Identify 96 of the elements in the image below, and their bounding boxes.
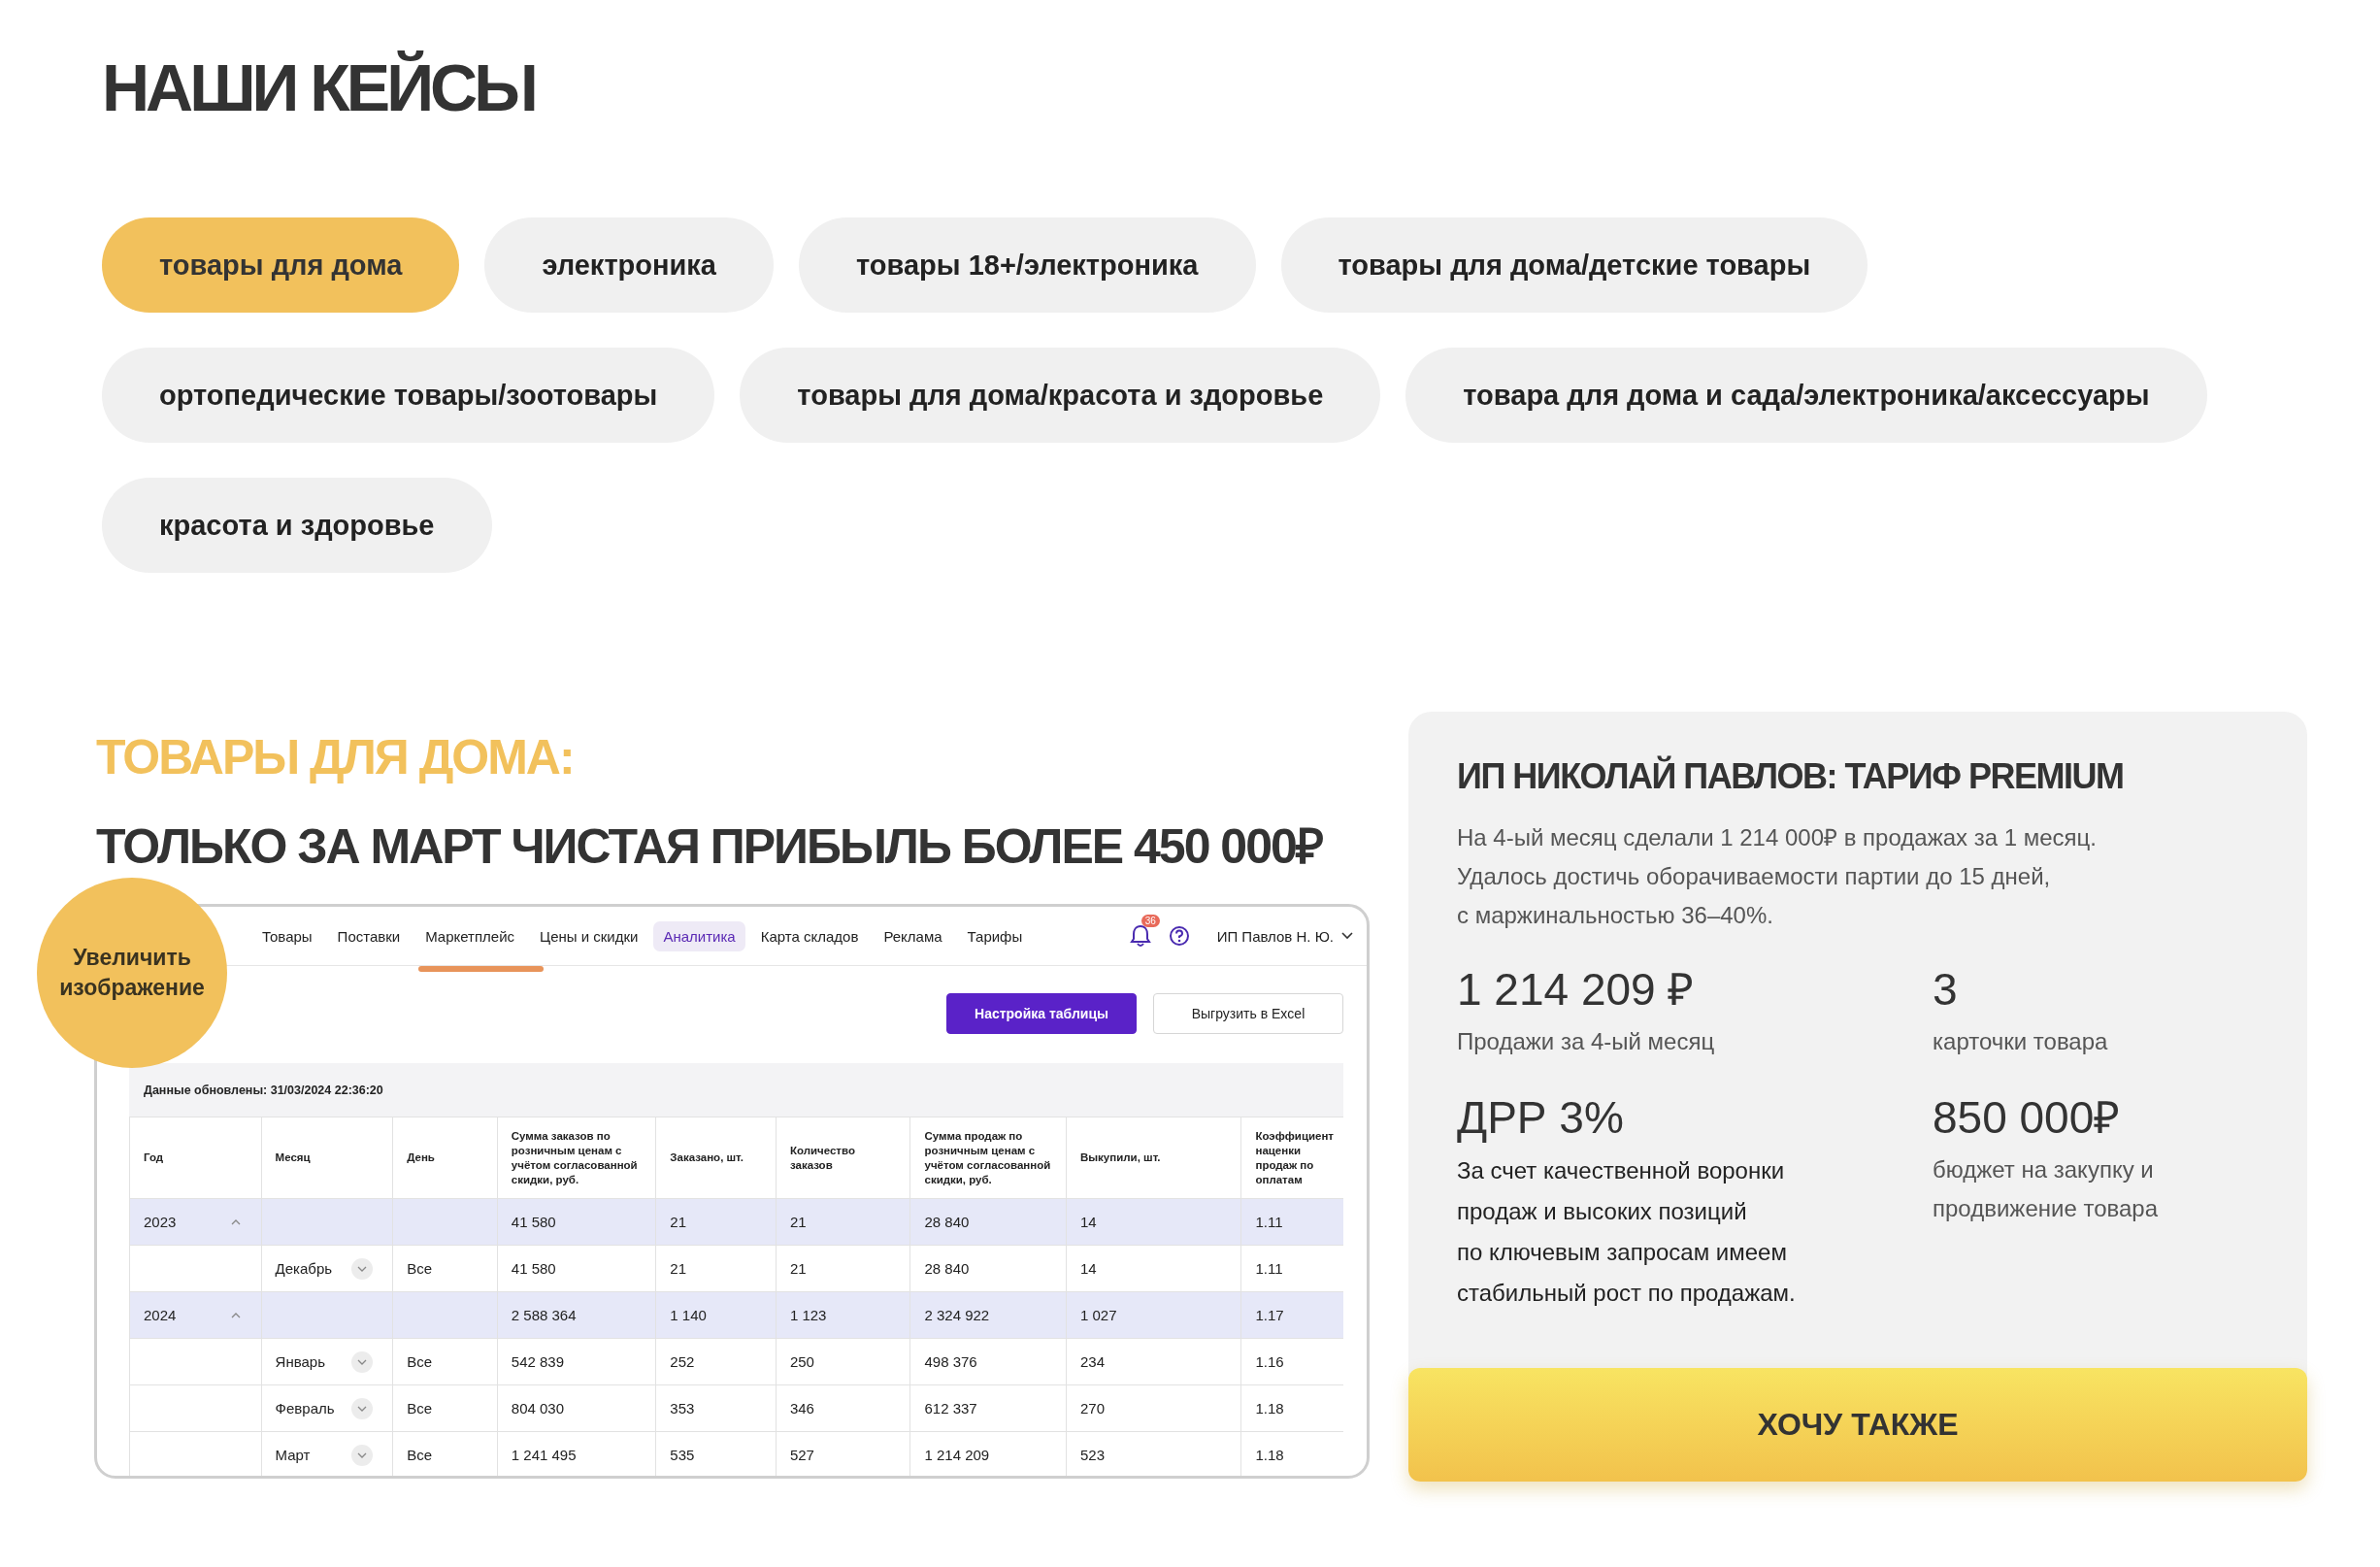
category-tab[interactable]: товары для дома/детские товары bbox=[1280, 217, 1868, 313]
table-cell: 1 241 495 bbox=[496, 1431, 656, 1476]
chevron-up-icon[interactable] bbox=[229, 1311, 242, 1319]
stat-label: бюджет на закупку и продвижение товара bbox=[1933, 1155, 2159, 1223]
table-cell: Все bbox=[392, 1431, 497, 1476]
table-cell: 612 337 bbox=[909, 1384, 1066, 1431]
table-cell: 21 bbox=[775, 1198, 910, 1245]
table-cell: 14 bbox=[1066, 1245, 1241, 1291]
nav-tab[interactable]: Реклама bbox=[874, 920, 952, 951]
case-title: ТОЛЬКО ЗА МАРТ ЧИСТАЯ ПРИБЫЛЬ БОЛЕЕ 450 000₽ bbox=[96, 818, 1324, 876]
table-cell: 1 123 bbox=[775, 1291, 910, 1338]
table-cell: 21 bbox=[775, 1245, 910, 1291]
nav-tab[interactable]: Карта складов bbox=[750, 920, 869, 951]
month-label: Декабрь bbox=[275, 1260, 333, 1277]
table-cell: Все bbox=[392, 1338, 497, 1384]
table-cell: 41 580 bbox=[496, 1198, 656, 1245]
case-category-title: ТОВАРЫ ДЛЯ ДОМА: bbox=[96, 729, 575, 786]
table-cell: 523 bbox=[1066, 1431, 1241, 1476]
table-cell: Все bbox=[392, 1384, 497, 1431]
table-cell: 1 214 209 bbox=[909, 1431, 1066, 1476]
month-label: Январь bbox=[275, 1353, 325, 1370]
table-cell: 353 bbox=[655, 1384, 776, 1431]
bell-icon[interactable] bbox=[1129, 924, 1151, 948]
table-cell: 21 bbox=[655, 1198, 776, 1245]
table-cell: 535 bbox=[655, 1431, 776, 1476]
help-icon[interactable] bbox=[1168, 925, 1190, 947]
export-button[interactable]: Выгрузить в Excel bbox=[1153, 993, 1343, 1034]
table-cell: 1 027 bbox=[1066, 1291, 1241, 1338]
month-label: Март bbox=[275, 1447, 311, 1463]
category-tab[interactable]: товары 18+/электроника bbox=[799, 217, 1256, 313]
stat-label: Продажи за 4-ый месяц bbox=[1457, 1027, 1716, 1056]
stat-value: ДРР 3% bbox=[1457, 1091, 1625, 1145]
column-header: Месяц bbox=[260, 1117, 393, 1198]
table-cell: 21 bbox=[655, 1245, 776, 1291]
table-cell: 1.16 bbox=[1240, 1338, 1343, 1384]
updated-label: Данные обновлены: 31/03/2024 22:36:20 bbox=[143, 1082, 384, 1099]
table-cell: 1.18 bbox=[1240, 1384, 1343, 1431]
table-cell: 1.11 bbox=[1240, 1198, 1343, 1245]
table-cell: 28 840 bbox=[909, 1245, 1066, 1291]
nav-tab[interactable]: Цены и скидки bbox=[530, 920, 648, 951]
table-settings-button[interactable]: Настройка таблицы bbox=[946, 993, 1137, 1034]
table-cell: 527 bbox=[775, 1431, 910, 1476]
column-header: Выкупили, шт. bbox=[1066, 1117, 1241, 1198]
table-cell: 2 588 364 bbox=[496, 1291, 656, 1338]
nav-tab[interactable]: Тарифы bbox=[957, 920, 1033, 951]
table-cell: 1.11 bbox=[1240, 1245, 1343, 1291]
category-tab[interactable]: товары для дома/красота и здоровье bbox=[740, 348, 1381, 443]
nav-tab[interactable]: Маркетплейс bbox=[415, 920, 525, 951]
user-menu[interactable]: ИП Павлов Н. Ю. bbox=[1216, 927, 1334, 945]
table-cell: 1.18 bbox=[1240, 1431, 1343, 1476]
nav-tab[interactable]: Поставки bbox=[327, 920, 411, 951]
nav-tab[interactable]: Аналитика bbox=[653, 920, 745, 951]
chevron-up-icon[interactable] bbox=[229, 1217, 242, 1226]
category-tab[interactable]: товара для дома и сада/электроника/аксессуары bbox=[1405, 348, 2207, 443]
table-cell: 346 bbox=[775, 1384, 910, 1431]
month-label: Февраль bbox=[275, 1400, 335, 1417]
column-header: Коэффициент наценки продаж по оплатам bbox=[1240, 1117, 1343, 1198]
category-tab[interactable]: ортопедические товары/зоотовары bbox=[102, 348, 715, 443]
category-tab[interactable]: товары для дома bbox=[102, 217, 460, 313]
table-cell: 14 bbox=[1066, 1198, 1241, 1245]
table-cell: 804 030 bbox=[496, 1384, 656, 1431]
table-cell: 250 bbox=[775, 1338, 910, 1384]
chevron-down-icon[interactable] bbox=[1341, 932, 1353, 940]
year-label: 2024 bbox=[144, 1307, 177, 1323]
stat-value: 1 214 209 ₽ bbox=[1457, 963, 1696, 1017]
stat-label: карточки товара bbox=[1933, 1027, 2109, 1056]
enlarge-image-button[interactable]: Увеличить изображение bbox=[37, 878, 227, 1068]
section-heading: НАШИ КЕЙСЫ bbox=[102, 50, 536, 126]
table-cell: 2 324 922 bbox=[909, 1291, 1066, 1338]
table-cell: 234 bbox=[1066, 1338, 1241, 1384]
stat-value: 3 bbox=[1933, 963, 1959, 1017]
table-cell: 1 140 bbox=[655, 1291, 776, 1338]
table-cell: Все bbox=[392, 1245, 497, 1291]
card-title: ИП НИКОЛАЙ ПАВЛОВ: ТАРИФ PREMIUM bbox=[1457, 756, 2125, 797]
stat-label: За счет качественной воронки продаж и высоких позиций по ключевым запросам имеем стабильный рост по продажам. bbox=[1457, 1156, 1797, 1308]
stat-value: 850 000₽ bbox=[1933, 1091, 2122, 1145]
column-header: Заказано, шт. bbox=[655, 1117, 776, 1198]
year-label: 2023 bbox=[144, 1214, 177, 1230]
column-header: Количество заказов bbox=[775, 1117, 910, 1198]
nav-tab[interactable]: Товары bbox=[252, 920, 322, 951]
notification-badge: 36 bbox=[1140, 915, 1160, 927]
column-header: День bbox=[392, 1117, 497, 1198]
column-header: Сумма заказов по розничным ценам с учётом согласованной скидки, руб. bbox=[496, 1117, 656, 1198]
table-cell: 542 839 bbox=[496, 1338, 656, 1384]
table-cell: 270 bbox=[1066, 1384, 1241, 1431]
column-header: Сумма продаж по розничным ценам с учётом согласованной скидки, руб. bbox=[909, 1117, 1066, 1198]
table-cell: 252 bbox=[655, 1338, 776, 1384]
category-tab[interactable]: красота и здоровье bbox=[102, 478, 492, 573]
card-description: На 4-ый месяц сделали 1 214 000₽ в продажах за 1 месяц. Удалось достичь оборачиваемости партии до 15 дней, с маржинальностью 36–40%. bbox=[1457, 823, 2098, 930]
table-cell: 498 376 bbox=[909, 1338, 1066, 1384]
column-header: Год bbox=[129, 1117, 261, 1198]
category-tab[interactable]: электроника bbox=[484, 217, 774, 313]
table-cell: 28 840 bbox=[909, 1198, 1066, 1245]
cta-button[interactable]: ХОЧУ ТАКЖЕ bbox=[1408, 1368, 2307, 1482]
table-cell: 41 580 bbox=[496, 1245, 656, 1291]
table-cell: 1.17 bbox=[1240, 1291, 1343, 1338]
